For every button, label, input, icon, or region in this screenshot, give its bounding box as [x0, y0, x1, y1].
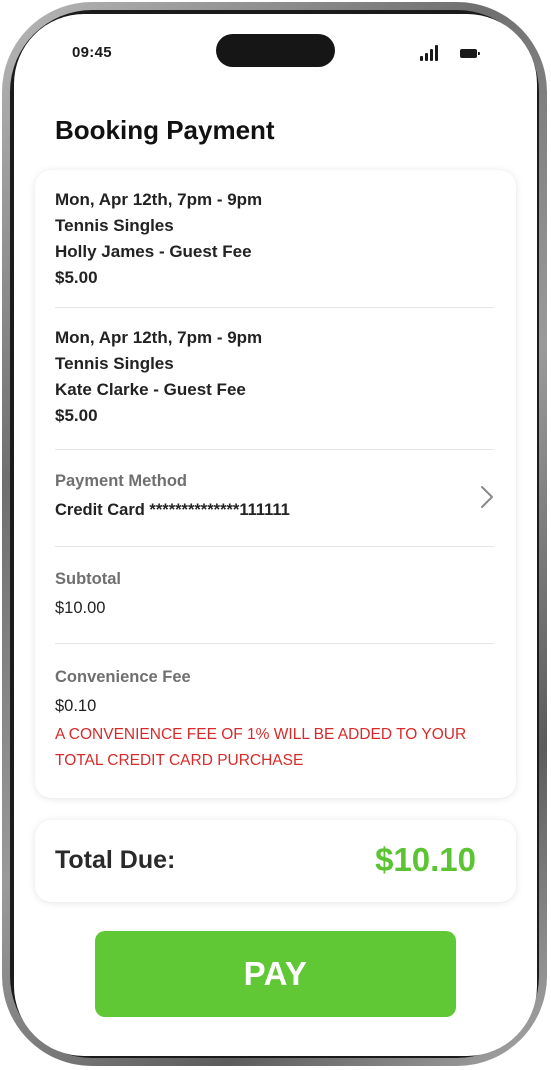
payment-method-label: Payment Method [55, 472, 188, 490]
camera-notch [216, 34, 335, 67]
booking-guest-fee: Holly James - Guest Fee [55, 242, 252, 261]
status-time: 09:45 [72, 44, 112, 61]
page-title: Booking Payment [55, 115, 275, 145]
booking-item: Mon, Apr 12th, 7pm - 9pm Tennis Singles … [55, 325, 494, 429]
divider [55, 449, 494, 450]
subtotal-row: Subtotal $10.00 [55, 566, 494, 621]
booking-activity: Tennis Singles [55, 216, 174, 235]
divider [55, 546, 494, 547]
subtotal-value: $10.00 [55, 599, 106, 617]
booking-activity: Tennis Singles [55, 354, 174, 373]
total-due-label: Total Due: [55, 846, 176, 874]
booking-date: Mon, Apr 12th, 7pm - 9pm [55, 190, 263, 209]
warning-line-1: A CONVENIENCE FEE OF 1% WILL BE ADDED TO… [55, 726, 467, 743]
divider [55, 307, 494, 308]
convenience-fee-value: $0.10 [55, 697, 97, 715]
battery-icon [460, 49, 480, 58]
booking-amount: $5.00 [55, 268, 98, 287]
status-bar: 09:45 [14, 14, 537, 94]
phone-screen: 09:45 Booking Payment Mon, Apr 12th, 7pm… [14, 14, 537, 1056]
booking-details-card: Mon, Apr 12th, 7pm - 9pm Tennis Singles … [35, 170, 516, 798]
convenience-fee-warning: A CONVENIENCE FEE OF 1% WILL BE ADDED TO… [55, 722, 494, 774]
booking-item: Mon, Apr 12th, 7pm - 9pm Tennis Singles … [55, 187, 494, 291]
pay-button[interactable]: PAY [95, 931, 456, 1017]
convenience-fee-label: Convenience Fee [55, 668, 191, 686]
divider [55, 643, 494, 644]
booking-guest-fee: Kate Clarke - Guest Fee [55, 380, 246, 399]
chevron-right-icon[interactable] [480, 485, 494, 509]
payment-method-value: Credit Card **************111111 [55, 501, 290, 519]
payment-method-row[interactable]: Payment Method Credit Card *************… [55, 468, 494, 523]
booking-amount: $5.00 [55, 406, 98, 425]
total-due-card: Total Due: $10.10 [35, 820, 516, 902]
total-due-value: $10.10 [375, 841, 476, 878]
signal-icon [420, 45, 438, 61]
subtotal-label: Subtotal [55, 570, 121, 588]
booking-date: Mon, Apr 12th, 7pm - 9pm [55, 328, 263, 347]
convenience-fee-row: Convenience Fee $0.10 A CONVENIENCE FEE … [55, 664, 494, 774]
warning-line-2: TOTAL CREDIT CARD PURCHASE [55, 752, 304, 769]
